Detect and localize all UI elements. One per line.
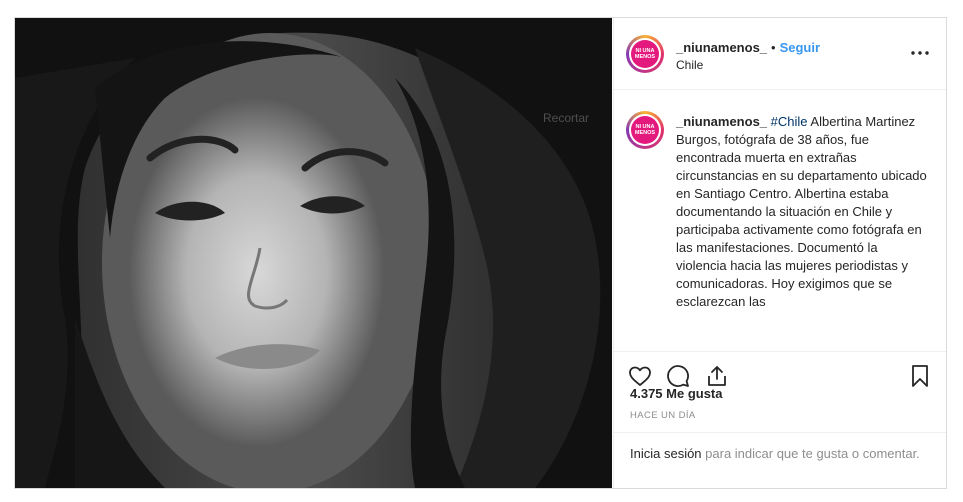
login-prompt: Inicia sesión para indicar que te gusta … (614, 432, 946, 489)
more-options-icon[interactable] (910, 43, 930, 63)
login-link[interactable]: Inicia sesión (630, 446, 702, 461)
login-prompt-text: para indicar que te gusta o comentar. (701, 446, 920, 461)
niunamenos-logo: NI UNA MENOS (631, 116, 659, 144)
header-user-line: _niunamenos_ • Seguir (676, 40, 820, 55)
profile-username-link[interactable]: _niunamenos_ (676, 40, 767, 55)
profile-avatar[interactable]: NI UNA MENOS (626, 35, 664, 73)
location-link[interactable]: Chile (676, 58, 703, 72)
hashtag-link[interactable]: #Chile (771, 114, 808, 129)
bookmark-icon[interactable] (906, 362, 934, 390)
caption-avatar[interactable]: NI UNA MENOS (626, 111, 664, 149)
portrait-image: Recortar (15, 18, 612, 488)
caption-username-link[interactable]: _niunamenos_ (676, 114, 767, 129)
instagram-post: Recortar NI UNA MENOS _niunamenos_ • Segui… (14, 17, 947, 489)
post-timestamp[interactable]: HACE UN DÍA (630, 410, 696, 421)
caption-section: NI UNA MENOS _niunamenos_ #Chile Alberti… (614, 89, 946, 351)
like-count[interactable]: 4.375 Me gusta (630, 386, 723, 401)
svg-text:Recortar: Recortar (543, 111, 589, 125)
caption-text: _niunamenos_ #Chile Albertina Martinez B… (676, 113, 928, 311)
post-sidebar: NI UNA MENOS _niunamenos_ • Seguir Chile N… (613, 18, 946, 488)
follow-button[interactable]: Seguir (780, 40, 820, 55)
post-header: NI UNA MENOS _niunamenos_ • Seguir Chile (614, 18, 946, 90)
separator-dot: • (771, 40, 776, 55)
post-photo[interactable]: Recortar (15, 18, 612, 488)
niunamenos-logo: NI UNA MENOS (631, 40, 659, 68)
caption-body: Albertina Martinez Burgos, fotógrafa de … (676, 114, 927, 309)
